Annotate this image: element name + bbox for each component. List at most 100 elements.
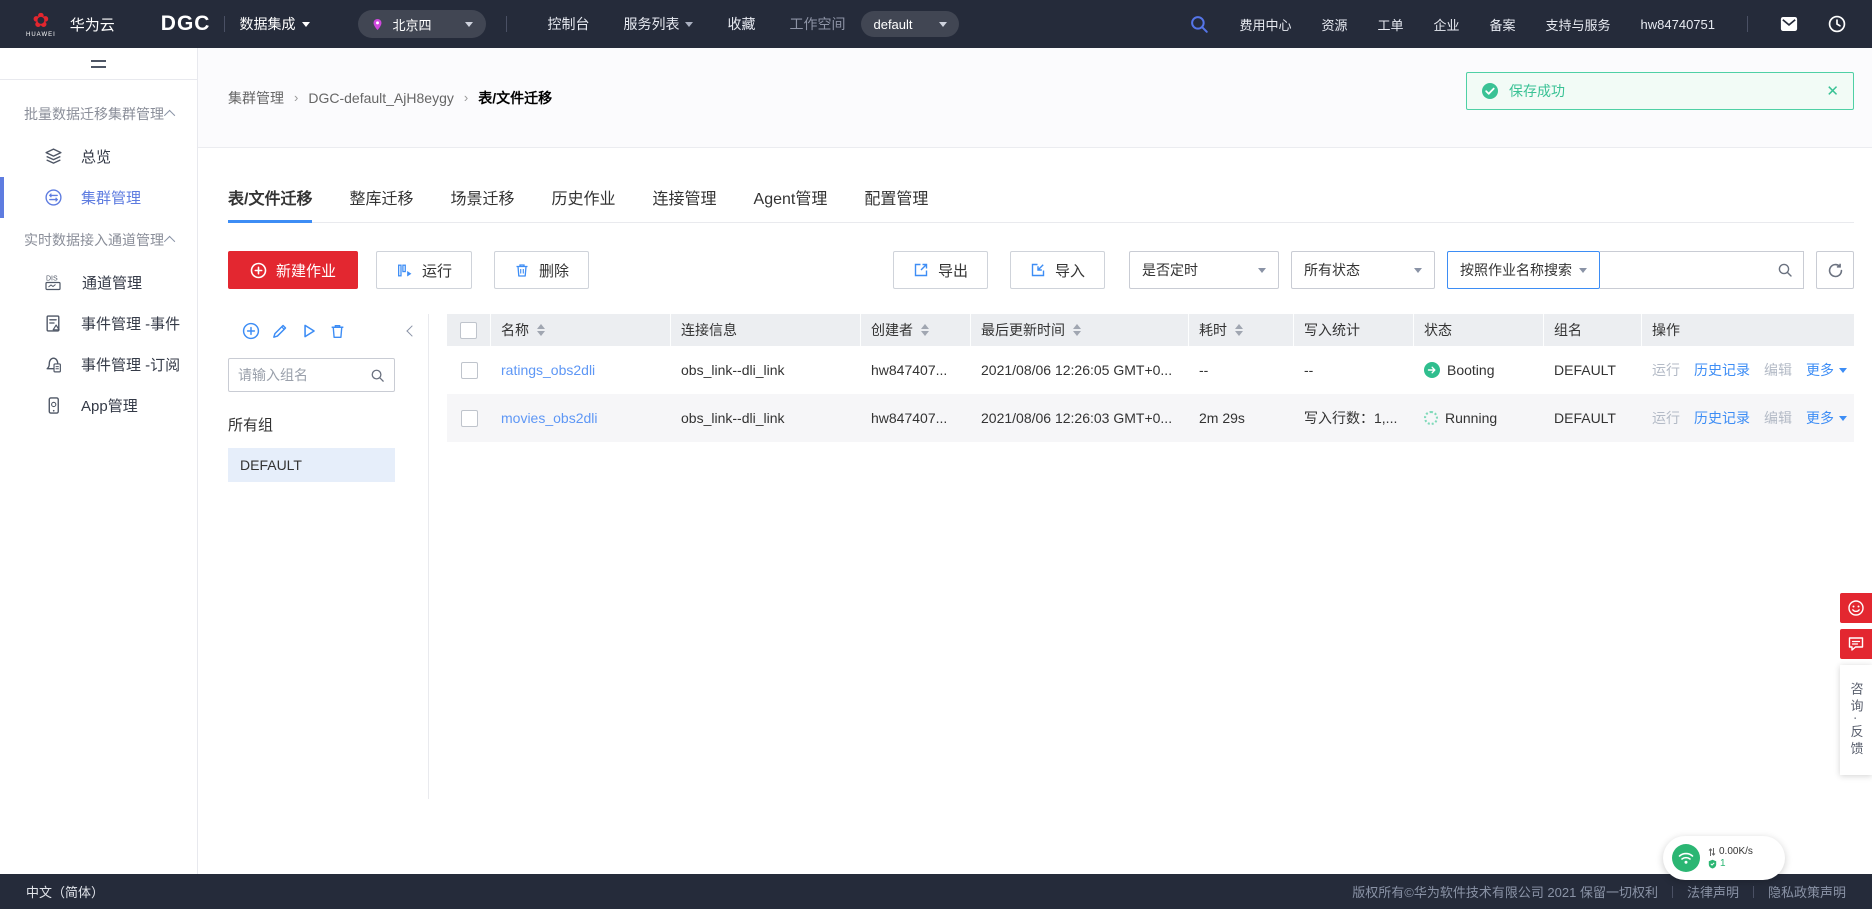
search-icon[interactable] — [1777, 262, 1793, 278]
chevron-down-icon — [1839, 415, 1847, 421]
sidebar-item-cluster-management[interactable]: 集群管理 — [0, 177, 197, 218]
export-icon — [913, 262, 929, 278]
column-header-write-stats: 写入统计 — [1294, 314, 1414, 346]
run-group-icon[interactable] — [300, 322, 318, 340]
column-header-updated[interactable]: 最后更新时间 — [971, 314, 1189, 346]
search-type-select[interactable]: 按照作业名称搜索 — [1447, 251, 1600, 289]
legal-notice-link[interactable]: 法律声明 — [1687, 882, 1739, 901]
column-header-operations: 操作 — [1652, 322, 1680, 338]
select-all-checkbox[interactable] — [460, 321, 477, 339]
column-header-name[interactable]: 名称 — [491, 314, 671, 346]
row-checkbox[interactable] — [460, 409, 478, 427]
status-filter-select[interactable]: 所有状态 — [1291, 251, 1435, 289]
nav-tickets[interactable]: 工单 — [1377, 15, 1403, 34]
op-history-link[interactable]: 历史记录 — [1694, 360, 1750, 380]
jobs-table: 名称 连接信息 创建者 最后更新时间 耗时 写入统计 状态 组名 操作 rati… — [447, 314, 1854, 799]
network-speed-widget[interactable]: 0.00K/s 1 — [1663, 836, 1785, 880]
search-icon[interactable] — [370, 368, 385, 383]
sidebar-item-overview[interactable]: 总览 — [0, 136, 197, 177]
job-search-box — [1600, 251, 1804, 289]
delete-group-icon[interactable] — [329, 323, 346, 340]
sidebar-section-batch-migration[interactable]: 批量数据迁移集群管理 — [0, 92, 197, 136]
region-selector[interactable]: 北京四 — [358, 10, 487, 38]
nav-enterprise[interactable]: 企业 — [1433, 15, 1459, 34]
job-search-input[interactable] — [1610, 262, 1777, 278]
sidebar-section-realtime-ingestion[interactable]: 实时数据接入通道管理 — [0, 218, 197, 262]
add-group-icon[interactable] — [242, 322, 260, 340]
nav-resources[interactable]: 资源 — [1321, 15, 1347, 34]
language-selector[interactable]: 中文（简体） — [26, 882, 104, 901]
edit-group-icon[interactable] — [271, 322, 289, 340]
import-icon — [1030, 262, 1046, 278]
sort-icon[interactable] — [1235, 324, 1243, 336]
job-toolbar: 新建作业 运行 删除 导出 导入 是否定时 所有状态 按照作业名称搜索 — [228, 251, 1854, 289]
nav-favorites[interactable]: 收藏 — [727, 14, 755, 34]
breadcrumb-cluster-name[interactable]: DGC-default_AjH8eygy — [308, 90, 454, 106]
op-history-link[interactable]: 历史记录 — [1694, 408, 1750, 428]
history-clock-icon[interactable] — [1828, 15, 1846, 33]
refresh-button[interactable] — [1816, 251, 1854, 289]
column-header-status: 状态 — [1414, 314, 1544, 346]
sort-icon[interactable] — [1073, 324, 1081, 336]
sidebar-item-channel-management[interactable]: DIS 通道管理 — [0, 262, 197, 303]
job-write-stats: 写入行数：1,... — [1304, 410, 1398, 426]
tab-configuration-management[interactable]: 配置管理 — [864, 185, 928, 222]
op-more-menu[interactable]: 更多 — [1806, 360, 1847, 380]
nav-support[interactable]: 支持与服务 — [1546, 15, 1611, 34]
feedback-chat-button[interactable] — [1840, 629, 1872, 659]
all-groups-label: 所有组 — [228, 417, 274, 434]
column-header-duration[interactable]: 耗时 — [1189, 314, 1294, 346]
running-spinner-icon — [1424, 411, 1438, 425]
nav-console[interactable]: 控制台 — [547, 14, 589, 34]
trash-icon — [514, 262, 530, 279]
global-search-icon[interactable] — [1189, 14, 1209, 34]
module-switcher[interactable]: 数据集成 — [239, 14, 311, 34]
tab-connection-management[interactable]: 连接管理 — [653, 185, 717, 222]
sidebar-item-app-management[interactable]: App管理 — [0, 385, 197, 426]
workspace-selector[interactable]: default — [861, 11, 959, 37]
messages-icon[interactable] — [1780, 16, 1798, 32]
nav-filing[interactable]: 备案 — [1490, 15, 1516, 34]
support-smiley-button[interactable] — [1840, 593, 1872, 623]
op-more-menu[interactable]: 更多 — [1806, 408, 1847, 428]
sidebar-collapse-toggle[interactable] — [0, 48, 197, 80]
consult-feedback-tab[interactable]: 咨询·反馈 — [1840, 665, 1872, 775]
tab-historical-jobs[interactable]: 历史作业 — [551, 185, 615, 222]
group-search-input[interactable] — [238, 367, 370, 383]
brand-huaweicloud[interactable]: 华为云 — [70, 14, 115, 35]
nav-service-list[interactable]: 服务列表 — [623, 14, 694, 34]
product-logo-dgc[interactable]: DGC — [161, 12, 211, 36]
job-name-link[interactable]: ratings_obs2dli — [501, 362, 595, 378]
toast-close-icon[interactable]: ✕ — [1826, 84, 1839, 99]
schedule-filter-select[interactable]: 是否定时 — [1129, 251, 1279, 289]
privacy-policy-link[interactable]: 隐私政策声明 — [1768, 882, 1846, 901]
tab-scenario-migration[interactable]: 场景迁移 — [450, 185, 514, 222]
delete-jobs-button[interactable]: 删除 — [494, 251, 590, 289]
mobile-app-icon — [44, 396, 63, 415]
tab-table-file-migration[interactable]: 表/文件迁移 — [228, 185, 313, 223]
export-button[interactable]: 导出 — [892, 251, 988, 289]
sidebar-item-event-management-subscriptions[interactable]: 事件管理 -订阅 — [0, 344, 197, 385]
sort-icon[interactable] — [921, 324, 929, 336]
job-group: DEFAULT — [1554, 362, 1616, 378]
run-jobs-button[interactable]: 运行 — [376, 251, 473, 289]
chevron-down-icon — [1579, 267, 1587, 273]
tab-agent-management[interactable]: Agent管理 — [754, 185, 828, 222]
row-checkbox[interactable] — [460, 361, 478, 379]
tab-whole-db-migration[interactable]: 整库迁移 — [349, 185, 413, 222]
breadcrumb-cluster-management[interactable]: 集群管理 — [228, 88, 284, 108]
import-button[interactable]: 导入 — [1009, 251, 1105, 289]
breadcrumb-separator: › — [294, 90, 299, 105]
huawei-logo[interactable]: ✿ HUAWEI — [26, 11, 56, 38]
sort-icon[interactable] — [537, 324, 545, 336]
sidebar-item-event-management-events[interactable]: 事件管理 -事件 — [0, 303, 197, 344]
nav-account[interactable]: hw84740751 — [1641, 17, 1715, 32]
job-name-link[interactable]: movies_obs2dli — [501, 410, 598, 426]
column-header-creator[interactable]: 创建者 — [861, 314, 971, 346]
layers-icon — [44, 147, 63, 166]
new-job-button[interactable]: 新建作业 — [228, 251, 359, 289]
nav-billing[interactable]: 费用中心 — [1239, 15, 1291, 34]
group-item-default[interactable]: DEFAULT — [228, 448, 395, 482]
collapse-panel-icon[interactable] — [406, 325, 418, 337]
floating-action-bar: 咨询·反馈 — [1840, 593, 1872, 775]
